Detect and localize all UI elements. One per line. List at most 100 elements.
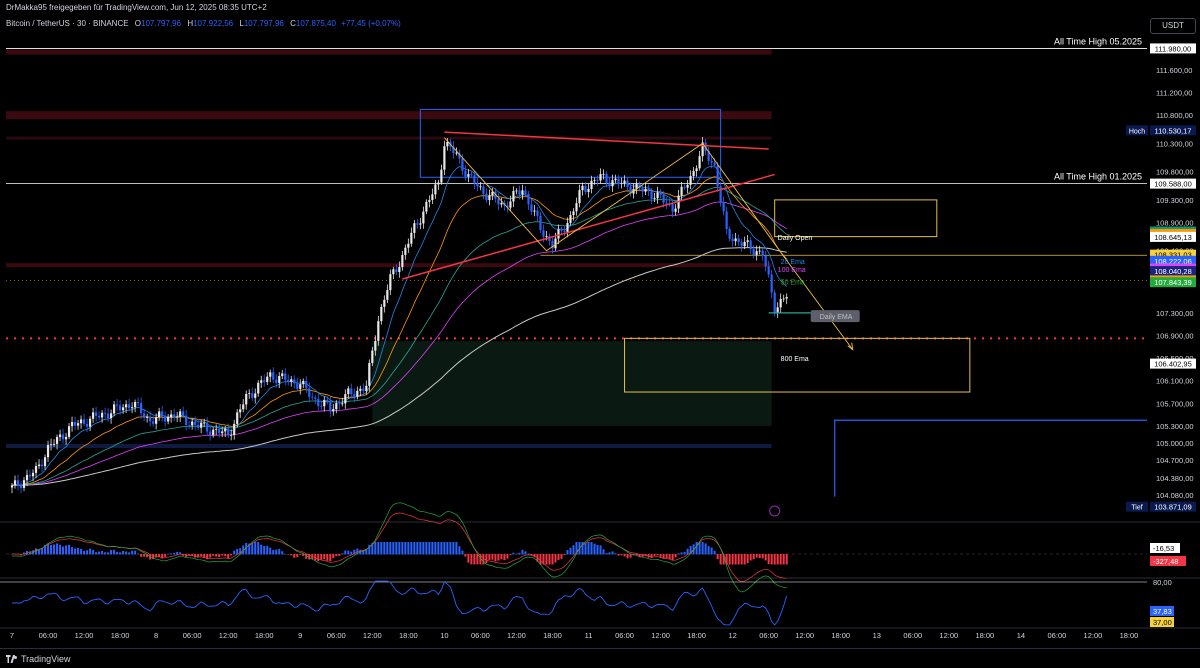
candle-body: [371, 350, 374, 363]
brand[interactable]: TradingView: [6, 654, 71, 664]
candle-body: [197, 424, 200, 428]
macd-bar: [440, 542, 443, 555]
candle-body: [167, 417, 170, 422]
candle-body: [470, 174, 473, 176]
price-tag-label: 108.040,28: [1154, 267, 1192, 276]
macd-bar: [374, 542, 377, 555]
candle-body: [338, 403, 341, 404]
macd-bar: [230, 554, 233, 556]
y-tick-label: 111.200,00: [1156, 89, 1192, 98]
macd-bar: [617, 554, 620, 556]
share-caption: DrMakka95 freigegeben für TradingView.co…: [6, 3, 267, 12]
candle-body: [305, 380, 308, 389]
candle-body: [67, 426, 71, 437]
candle-body: [422, 211, 425, 224]
candle-body: [536, 210, 539, 216]
macd-bar: [335, 554, 338, 557]
macd-bar: [131, 550, 134, 555]
macd-bar: [155, 554, 158, 558]
macd-bar: [410, 542, 413, 555]
share-caption-bar: DrMakka95 freigegeben für TradingView.co…: [0, 0, 1200, 14]
macd-bar: [668, 554, 671, 559]
macd-bar: [347, 550, 350, 555]
candle-body: [665, 202, 668, 204]
macd-bar: [548, 554, 551, 565]
macd-bar: [272, 550, 275, 555]
rsi-line: [12, 580, 788, 626]
macd-bar: [758, 554, 761, 559]
candle-body: [464, 170, 467, 177]
macd-bar: [707, 546, 710, 555]
candle-body: [91, 412, 95, 419]
candle-body: [455, 152, 458, 154]
candle-body: [737, 238, 740, 243]
y-tick-label: 106.100,00: [1156, 377, 1194, 386]
candle-body: [518, 190, 521, 195]
macd-bar: [101, 550, 104, 555]
macd-bar: [491, 554, 494, 560]
candle-body: [125, 404, 128, 408]
candle-body: [209, 431, 212, 436]
macd-bar: [425, 542, 428, 555]
macd-bar: [761, 554, 764, 559]
macd-bar: [125, 551, 128, 555]
candle-body: [194, 421, 197, 425]
candle-body: [19, 485, 23, 488]
price-tag-label: 111.980,00: [1155, 44, 1191, 53]
y-tick-label: 109.300,00: [1156, 196, 1194, 205]
macd-bar: [50, 544, 53, 555]
candle-body: [593, 180, 596, 181]
macd-bar: [527, 553, 530, 555]
macd-bar: [341, 553, 344, 555]
price-tag-label: 109.588,00: [1154, 180, 1192, 189]
candle-body: [698, 156, 701, 169]
candle-body: [746, 240, 749, 242]
macd-bar: [776, 554, 779, 565]
candle-body: [230, 434, 233, 436]
macd-bar: [281, 551, 284, 555]
candle-body: [686, 184, 689, 188]
candle-body: [728, 228, 731, 239]
candle-body: [266, 376, 269, 382]
candle-body: [512, 190, 515, 202]
candle-body: [650, 191, 653, 199]
y-tick-label: 104.700,00: [1156, 456, 1194, 465]
candle-body: [428, 199, 431, 202]
macd-bar: [287, 554, 290, 555]
x-tick-label: 06:00: [1048, 631, 1067, 640]
macd-bar: [80, 548, 83, 555]
candle-body: [227, 428, 230, 436]
symbol-title[interactable]: Bitcoin / TetherUS · 30 · BINANCE: [6, 19, 129, 28]
candle-body: [224, 428, 227, 432]
candle-body: [377, 321, 380, 341]
candle-body: [476, 183, 479, 187]
candle-body: [46, 445, 50, 458]
candle-body: [128, 404, 131, 409]
candle-body: [359, 388, 362, 391]
candle-body: [713, 162, 716, 166]
chart-canvas[interactable]: All Time High 05.2025 All Time High 01.20…: [0, 0, 1200, 667]
x-tick-label: 06:00: [327, 631, 346, 640]
candle-body: [743, 241, 746, 247]
currency-button[interactable]: USDT: [1150, 18, 1196, 34]
macd-bar: [569, 547, 572, 555]
macd-bar: [89, 548, 92, 555]
brand-label: TradingView: [21, 654, 71, 664]
macd-bar: [605, 553, 608, 555]
change-value: +77,45 (+0,07%): [341, 19, 401, 28]
macd-bar: [236, 548, 239, 555]
rsi-tag-label: 37,83: [1153, 607, 1172, 616]
candle-body: [764, 255, 767, 267]
candle-body: [473, 175, 476, 184]
candle-body: [374, 340, 377, 351]
macd-bar: [263, 545, 266, 555]
candle-body: [218, 428, 221, 434]
candle-body: [527, 194, 530, 205]
candle-body: [103, 412, 107, 414]
x-tick-label: 10: [440, 631, 448, 640]
candle-body: [302, 380, 305, 385]
candle-body: [695, 168, 698, 172]
macd-bar: [731, 554, 734, 565]
x-tick-label: 18:00: [111, 631, 130, 640]
macd-bar: [728, 554, 731, 565]
